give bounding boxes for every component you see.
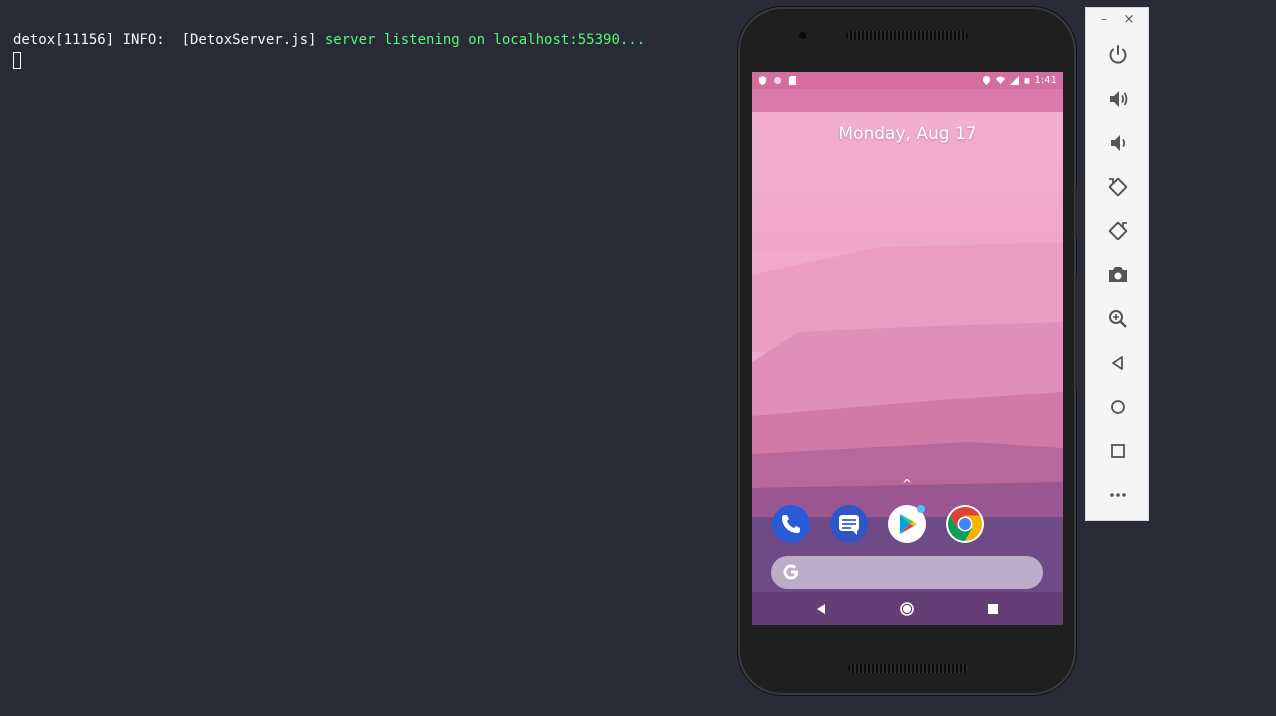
- recents-icon[interactable]: [984, 600, 1002, 618]
- app-drawer-hint[interactable]: ^: [900, 477, 914, 491]
- home-icon[interactable]: [898, 600, 916, 618]
- volume-rocker: [1075, 187, 1078, 237]
- back-icon: [1112, 356, 1123, 370]
- zoom-button[interactable]: [1106, 307, 1130, 331]
- emulator-toolbar: – ×: [1085, 7, 1149, 521]
- rotate-right-icon: [1108, 221, 1128, 241]
- google-search-bar[interactable]: [771, 556, 1043, 589]
- rotate-left-icon: [1108, 177, 1128, 197]
- android-nav-bar: [752, 592, 1063, 625]
- dock-app-messages[interactable]: [829, 504, 869, 544]
- volume-up-icon: [1110, 91, 1128, 107]
- chrome-icon: [946, 505, 984, 543]
- phone-icon: [772, 505, 810, 543]
- volume-down-button[interactable]: [1106, 131, 1130, 155]
- bottom-speaker-grille: [848, 664, 968, 673]
- emulator-phone-frame: 1:41 Monday, Aug 17 ^: [738, 7, 1078, 695]
- camera-icon: [1109, 267, 1127, 282]
- status-bar: 1:41: [752, 72, 1063, 89]
- back-button[interactable]: [1106, 351, 1130, 375]
- top-speaker-grille: [846, 31, 968, 40]
- play-store-icon: [888, 505, 926, 543]
- more-icon: [1110, 493, 1126, 497]
- zoom-icon: [1109, 310, 1127, 328]
- google-g-icon: [783, 564, 799, 580]
- front-camera: [799, 32, 806, 39]
- home-icon: [1111, 400, 1125, 414]
- signal-icon: [1009, 76, 1019, 85]
- power-icon: [1109, 45, 1127, 64]
- terminal-log-message: server listening on localhost:55390...: [324, 32, 646, 48]
- overview-icon: [1111, 444, 1125, 458]
- back-icon[interactable]: [812, 600, 830, 618]
- home-button[interactable]: [1106, 395, 1130, 419]
- wifi-icon: [995, 76, 1005, 85]
- home-date[interactable]: Monday, Aug 17: [752, 124, 1063, 144]
- status-time: 1:41: [1034, 75, 1057, 86]
- dock-app-play-store[interactable]: [887, 504, 927, 544]
- volume-down-icon: [1111, 135, 1126, 151]
- power-button[interactable]: [1106, 43, 1130, 67]
- messages-icon: [830, 505, 868, 543]
- side-button: [1075, 277, 1078, 387]
- rotate-left-button[interactable]: [1106, 175, 1130, 199]
- location-icon: [982, 76, 990, 85]
- terminal-cursor: [13, 52, 21, 69]
- screenshot-button[interactable]: [1106, 263, 1130, 287]
- sd-card-icon: [788, 76, 797, 85]
- shield-icon: [758, 76, 767, 85]
- dock: [752, 504, 1063, 546]
- volume-up-button[interactable]: [1106, 87, 1130, 111]
- phone-screen[interactable]: 1:41 Monday, Aug 17 ^: [752, 72, 1063, 625]
- terminal-output-line: detox[11156] INFO: [DetoxServer.js] serv…: [13, 31, 645, 49]
- dock-app-chrome[interactable]: [945, 504, 985, 544]
- close-button[interactable]: ×: [1122, 12, 1136, 28]
- terminal-log-prefix: detox[11156] INFO: [DetoxServer.js]: [13, 32, 325, 48]
- minimize-button[interactable]: –: [1097, 12, 1111, 28]
- more-button[interactable]: [1106, 483, 1130, 507]
- overview-button[interactable]: [1106, 439, 1130, 463]
- dock-app-phone[interactable]: [771, 504, 811, 544]
- circle-icon: [773, 76, 782, 85]
- rotate-right-button[interactable]: [1106, 219, 1130, 243]
- battery-icon: [1024, 78, 1029, 84]
- terminal-window[interactable]: detox[11156] INFO: [DetoxServer.js] serv…: [0, 0, 730, 716]
- toolbar-window-controls: – ×: [1086, 12, 1148, 30]
